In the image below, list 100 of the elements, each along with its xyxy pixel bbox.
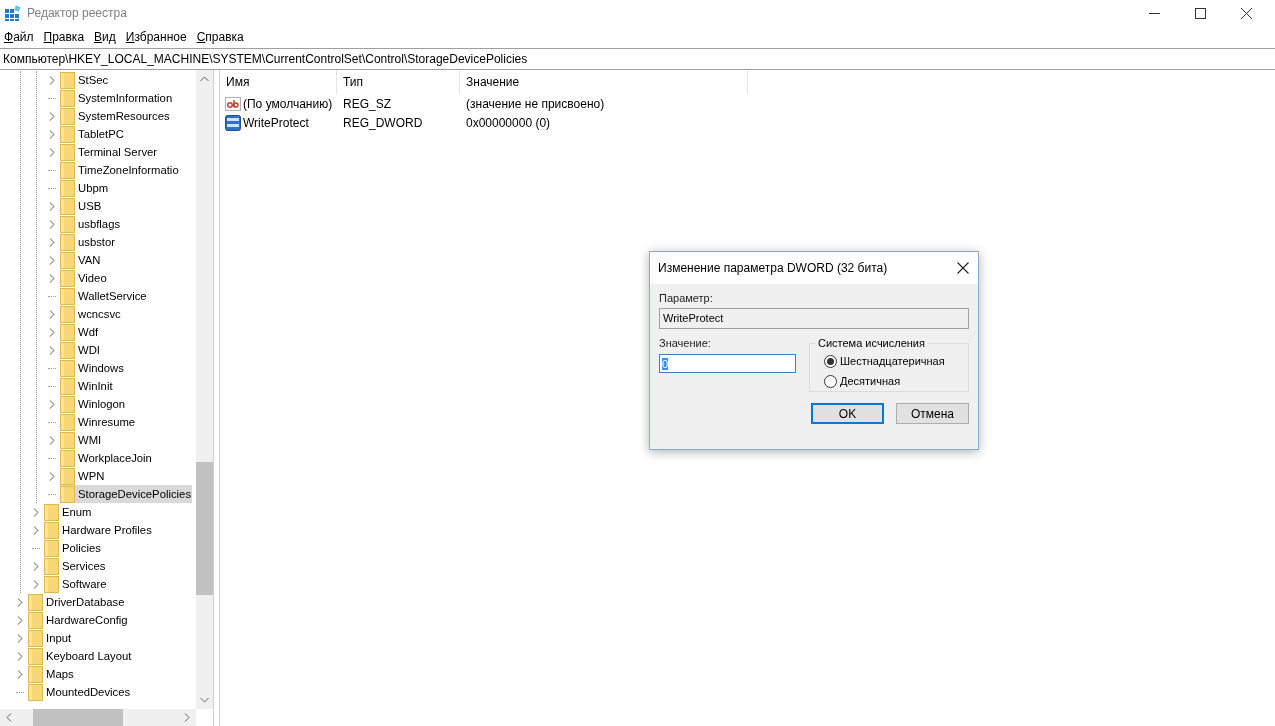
folder-icon [28,593,43,611]
menu-item[interactable]: Файл [4,30,44,44]
radio-button[interactable] [824,374,837,388]
folder-icon [60,161,75,179]
tree-item[interactable]: Windows [60,359,125,377]
folder-icon [60,323,75,341]
scroll-up-icon[interactable] [200,76,209,82]
radio-button[interactable] [824,354,837,368]
ok-button[interactable]: OK [811,403,884,424]
chevron-icon[interactable] [49,399,55,409]
cancel-button[interactable]: Отмена [896,403,969,424]
tree-item[interactable]: Ubpm [60,179,110,197]
tree-item[interactable]: Wdf [60,323,100,341]
tree-item[interactable]: TimeZoneInformatio [60,161,180,179]
menu-item[interactable]: Справка [196,30,254,44]
folder-icon [28,611,43,629]
window-title: Редактор реестра [27,6,127,20]
folder-icon [60,143,75,161]
tree-item[interactable]: Policies [44,539,102,557]
menu-item[interactable]: Вид [94,30,126,44]
tree-item[interactable]: WMI [60,431,103,449]
tree-item[interactable]: Software [44,575,108,593]
column-header[interactable]: Значение [460,70,748,94]
tree-item[interactable]: TabletPC [60,125,125,143]
string-value-icon [225,96,241,111]
tree-item[interactable]: StorageDevicePolicies [60,485,193,503]
menu-item[interactable]: Правка [43,30,95,44]
folder-icon [44,575,59,593]
tree-item[interactable]: StSec [60,71,110,89]
folder-icon [44,539,59,557]
tree-item[interactable]: Keyboard Layout [28,647,133,665]
value-name[interactable]: WriteProtect [243,115,309,130]
folder-icon [60,413,75,431]
tree-item[interactable]: VAN [60,251,102,269]
horizontal-scrollbar[interactable] [0,709,196,726]
folder-icon [60,197,75,215]
tree-item[interactable]: Winlogon [60,395,127,413]
chevron-icon[interactable] [49,471,55,481]
group-label: Система исчисления [817,337,926,349]
tree-item[interactable]: HardwareConfig [28,611,129,629]
parameter-field[interactable]: WriteProtect [659,308,969,329]
tree-item[interactable]: Enum [44,503,93,521]
folder-icon [60,107,75,125]
address-bar[interactable]: Компьютер\HKEY_LOCAL_MACHINE\SYSTEM\CurrentControlSet\Control\StorageDevicePolicies [0,48,1275,70]
tree-item[interactable]: Input [28,629,73,647]
folder-icon [60,359,75,377]
folder-icon [44,521,59,539]
tree-item[interactable]: usbflags [60,215,122,233]
folder-icon [60,305,75,323]
folder-icon [60,71,75,89]
tree-item[interactable]: DriverDatabase [28,593,126,611]
folder-icon [60,251,75,269]
folder-icon [60,215,75,233]
radio-option[interactable]: Десятичная [824,371,960,391]
tree-item[interactable]: SystemResources [60,107,171,125]
tree-item[interactable]: Winresume [60,413,137,431]
folder-icon [60,395,75,413]
tree-item[interactable]: MountedDevices [28,683,132,701]
scroll-left-icon[interactable] [6,713,12,722]
chevron-icon[interactable] [49,75,55,85]
folder-icon [60,341,75,359]
scrollbar-thumb[interactable] [33,709,123,726]
value-data: (значение не присвоено) [465,96,606,111]
folder-icon [60,449,75,467]
folder-icon [28,665,43,683]
tree-item[interactable]: WDI [60,341,101,359]
tree-item[interactable]: WPN [60,467,106,485]
tree-item[interactable]: Services [44,557,107,575]
value-type: REG_DWORD [342,115,424,130]
tree-item[interactable]: Hardware Profiles [44,521,153,539]
scroll-down-icon[interactable] [200,697,209,703]
value-name[interactable]: (По умолчанию) [243,96,333,111]
tree-item[interactable]: Maps [28,665,75,683]
folder-icon [28,647,43,665]
tree-item[interactable]: wcncsvc [60,305,122,323]
vertical-scrollbar[interactable] [196,70,213,709]
folder-icon [28,683,43,701]
folder-icon [60,467,75,485]
tree-item[interactable]: WorkplaceJoin [60,449,153,467]
scrollbar-thumb[interactable] [196,461,213,595]
tree-item[interactable]: Terminal Server [60,143,159,161]
folder-icon [60,125,75,143]
tree-item[interactable]: USB [60,197,103,215]
column-header[interactable]: Имя [220,70,337,94]
radio-option[interactable]: Шестнадцатеричная [824,351,960,371]
tree-item[interactable]: WalletService [60,287,148,305]
folder-icon [44,503,59,521]
tree-item[interactable]: Video [60,269,108,287]
tree-item[interactable]: WinInit [60,377,114,395]
pane-splitter[interactable] [213,70,220,726]
scroll-right-icon[interactable] [184,713,190,722]
menu-item[interactable]: Избранное [125,30,197,44]
tree-item[interactable]: usbstor [60,233,117,251]
chevron-icon[interactable] [49,435,55,445]
close-icon [1240,7,1252,19]
column-header[interactable]: Тип [337,70,460,94]
folder-icon [60,269,75,287]
value-label: Значение: [659,337,712,349]
tree-item[interactable]: SystemInformation [60,89,174,107]
registry-icon [5,5,21,21]
